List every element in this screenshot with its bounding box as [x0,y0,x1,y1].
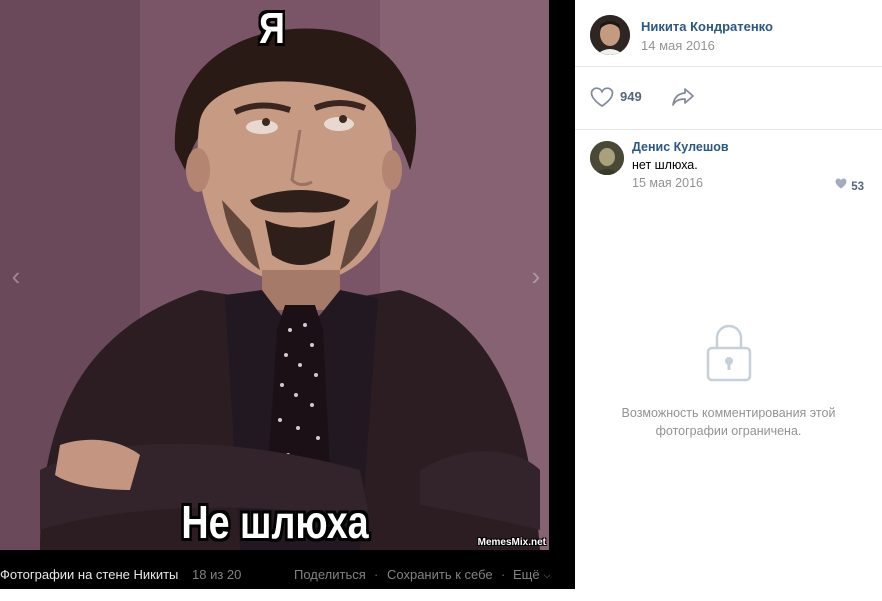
chevron-left-icon[interactable]: ‹ [6,262,26,290]
watermark: MemesMix.net [477,537,546,548]
share-link[interactable]: Поделиться [294,550,366,600]
avatar-image [590,15,630,55]
heart-icon [835,178,847,189]
album-link[interactable]: Фотографии на стене Никиты [0,550,178,600]
likes-count: 949 [620,89,642,104]
comments-restricted-notice: Возможность комментирования этой фотогра… [575,322,882,440]
photo-counter: 18 из 20 [192,567,242,582]
separator: · [501,567,506,582]
meme-illustration [0,0,549,550]
author-name-link[interactable]: Никита Кондратенко [641,19,773,34]
heart-outline-icon [590,87,614,107]
more-label: Ещё [513,567,540,582]
restricted-line-1: Возможность комментирования этой [621,406,836,420]
restricted-line-2: фотографии ограничена. [655,424,802,438]
restricted-message: Возможность комментирования этой фотогра… [575,404,882,440]
photo-info-panel: Никита Кондратенко 14 мая 2016 949 Денис… [575,0,882,589]
meme-photo[interactable]: Я Не шлюха MemesMix.net ‹ › [0,0,549,550]
author-header: Никита Кондратенко 14 мая 2016 [575,0,882,67]
comment-date[interactable]: 15 мая 2016 [632,176,703,190]
avatar[interactable] [590,15,630,55]
chevron-down-icon: ⌵ [543,570,551,580]
comment-text: нет шлюха. [632,158,698,172]
viewer-bottom-bar: Фотографии на стене Никиты 18 из 20 Поде… [0,550,575,589]
separator: · [374,567,379,582]
share-arrow-icon [672,88,694,106]
chevron-right-icon[interactable]: › [526,262,546,290]
avatar[interactable] [590,141,624,175]
comment-item: Денис Кулешов нет шлюха. 15 мая 2016 53 [575,130,882,200]
save-to-self-link[interactable]: Сохранить к себе [387,550,493,600]
share-button[interactable] [671,87,695,107]
lock-icon [706,324,751,382]
meme-top-caption: Я [259,4,285,53]
comment-like-button[interactable]: 53 [835,177,864,195]
comment-likes-count: 53 [851,181,864,193]
post-date[interactable]: 14 мая 2016 [641,38,715,53]
photo-viewer: Я Не шлюха MemesMix.net ‹ › Фотографии н… [0,0,575,589]
more-menu-button[interactable]: Ещё ⌵ [513,550,550,601]
comment-author-link[interactable]: Денис Кулешов [632,140,729,154]
meme-bottom-caption: Не шлюха [181,496,369,548]
photo-actions: 949 [575,67,882,130]
avatar-image [590,141,624,175]
